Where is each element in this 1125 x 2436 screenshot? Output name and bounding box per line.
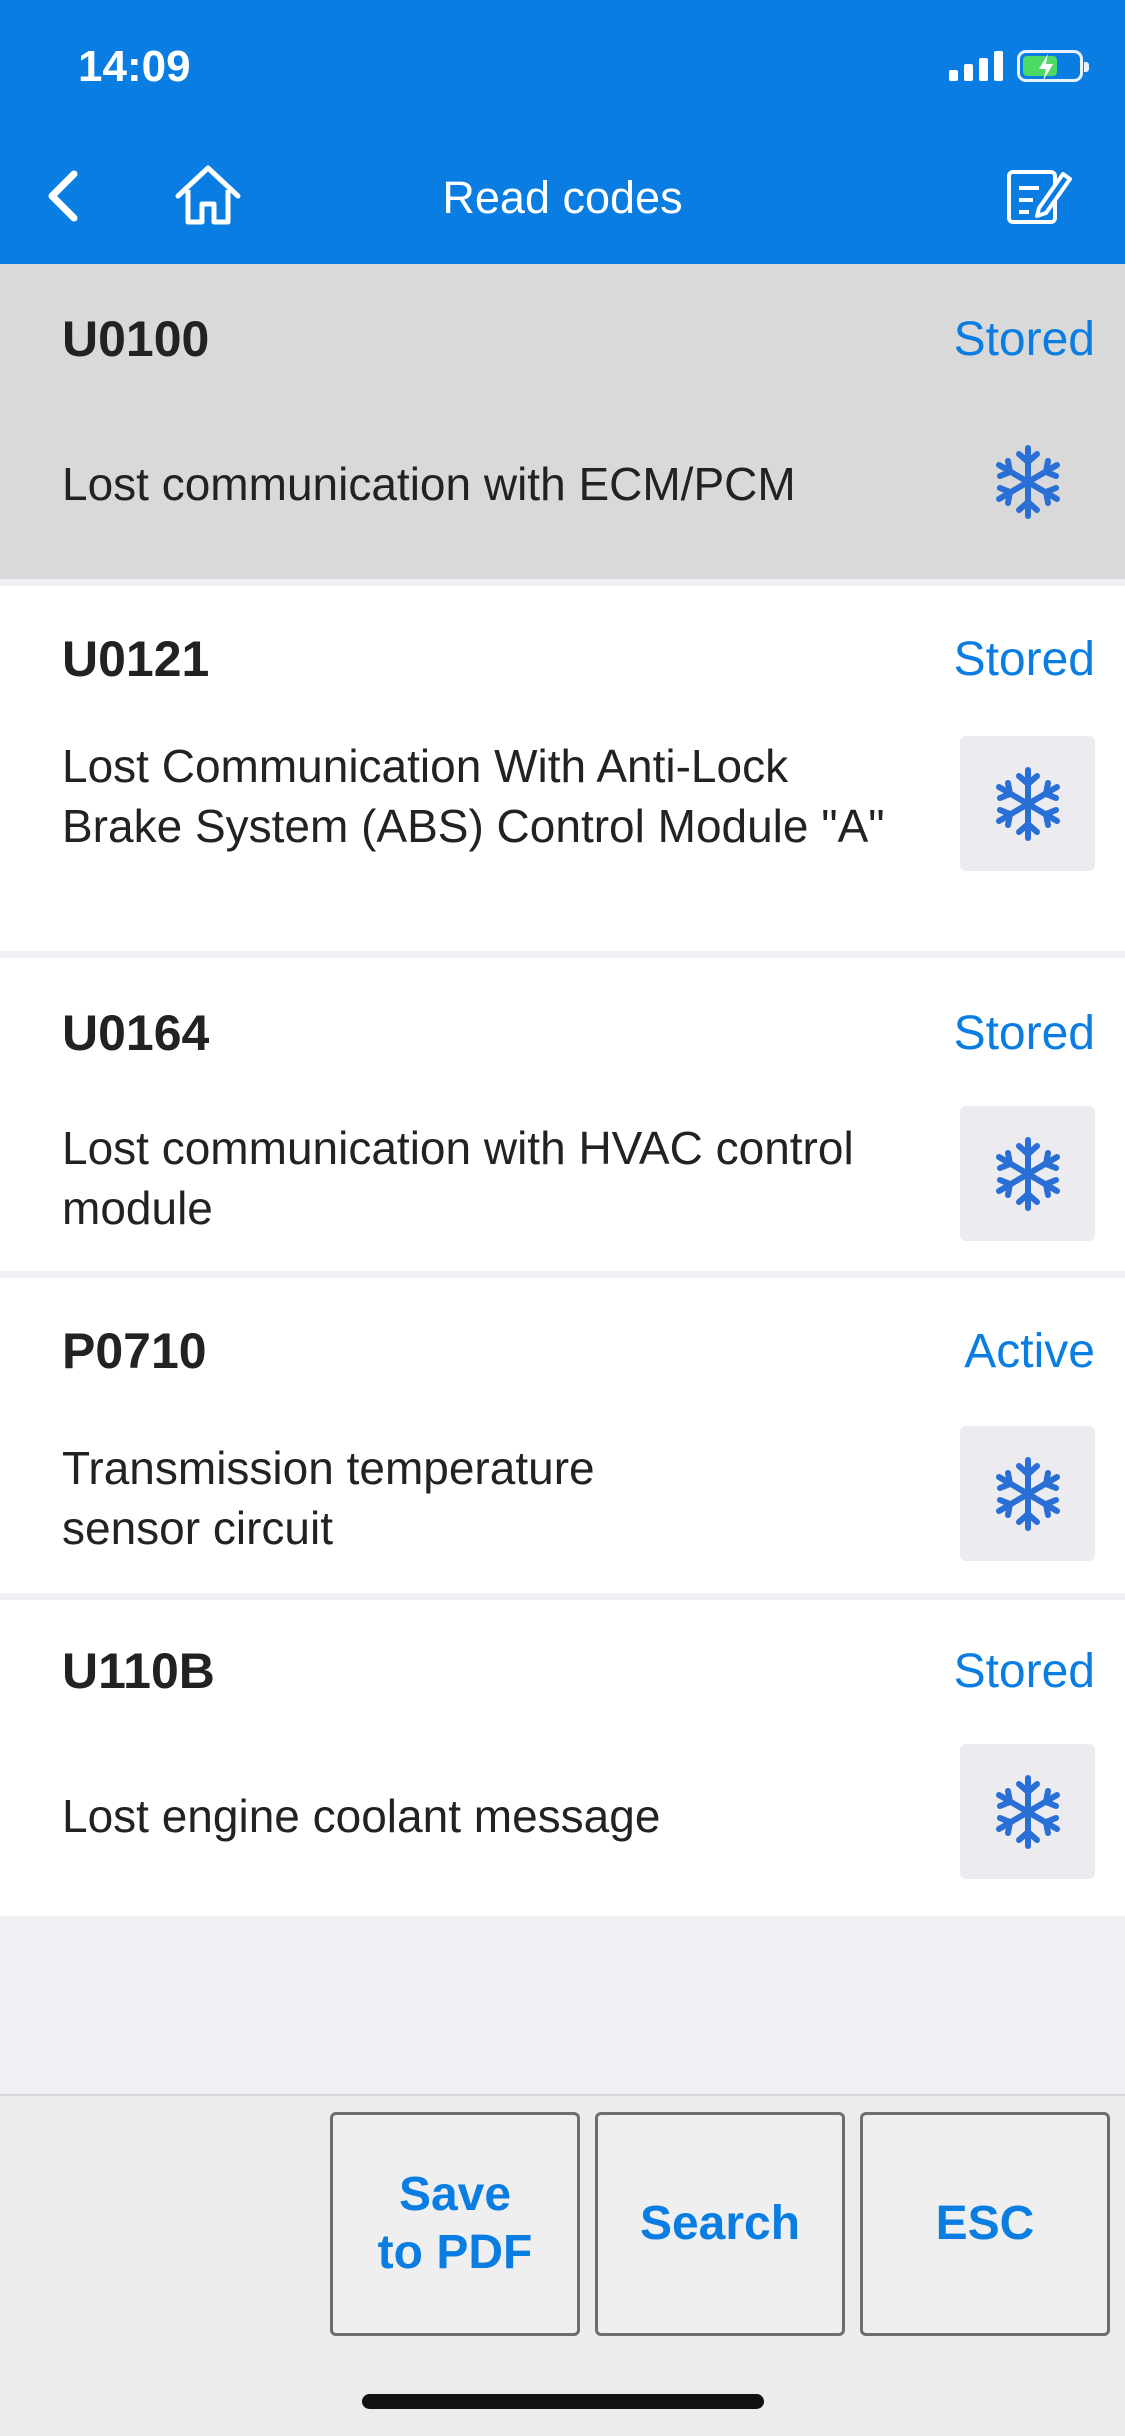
cellular-signal-icon <box>949 51 1003 81</box>
snowflake-icon <box>995 766 1060 841</box>
dtc-status: Stored <box>953 1007 1095 1060</box>
search-button[interactable]: Search <box>595 2112 845 2336</box>
dtc-status: Stored <box>953 633 1095 686</box>
save-to-pdf-label: Save to PDF <box>377 2168 533 2279</box>
dtc-row[interactable]: P0710 Active Transmission temperature se… <box>0 1278 1125 1600</box>
status-time: 14:09 <box>78 42 191 91</box>
dtc-description: Lost communication with ECM/PCM <box>62 458 796 510</box>
dtc-code: U0164 <box>62 1005 210 1061</box>
home-indicator <box>362 2394 764 2409</box>
snowflake-icon <box>995 1774 1060 1849</box>
battery-icon <box>1017 50 1089 82</box>
snowflake-icon <box>995 444 1060 519</box>
freeze-frame-button[interactable] <box>960 736 1095 871</box>
edit-icon <box>1007 170 1072 224</box>
snowflake-icon <box>995 1456 1060 1531</box>
status-icons <box>949 50 1089 82</box>
dtc-code: P0710 <box>62 1323 207 1379</box>
freeze-frame-button[interactable] <box>960 1744 1095 1879</box>
freeze-frame-button[interactable] <box>960 1106 1095 1241</box>
dtc-code: U0121 <box>62 631 210 687</box>
dtc-status: Stored <box>953 313 1095 366</box>
esc-button[interactable]: ESC <box>860 2112 1110 2336</box>
dtc-status: Active <box>964 1325 1095 1378</box>
search-label: Search <box>639 2197 801 2250</box>
esc-label: ESC <box>935 2197 1035 2250</box>
app-header: 14:09 Read codes <box>0 0 1125 264</box>
snowflake-icon <box>995 1136 1060 1211</box>
bottom-action-bar: Save to PDF Search ESC <box>0 2094 1125 2436</box>
page-title: Read codes <box>442 172 683 223</box>
dtc-description: Transmission temperature sensor circuit <box>62 1442 595 1554</box>
dtc-row[interactable]: U0100 Stored Lost communication with ECM… <box>0 264 1125 586</box>
dtc-code: U0100 <box>62 311 210 367</box>
dtc-description: Lost Communication With Anti-Lock Brake … <box>62 740 885 852</box>
save-to-pdf-button[interactable]: Save to PDF <box>330 2112 580 2336</box>
freeze-frame-button[interactable] <box>960 414 1095 549</box>
dtc-list: U0100 Stored Lost communication with ECM… <box>0 264 1125 1916</box>
dtc-code: U110B <box>62 1643 215 1699</box>
dtc-status: Stored <box>953 1645 1095 1698</box>
report-button[interactable] <box>1003 162 1073 228</box>
dtc-row[interactable]: U110B Stored Lost engine coolant message <box>0 1600 1125 1916</box>
freeze-frame-button[interactable] <box>960 1426 1095 1561</box>
dtc-row[interactable]: U0121 Stored Lost Communication With Ant… <box>0 586 1125 958</box>
dtc-row[interactable]: U0164 Stored Lost communication with HVA… <box>0 958 1125 1278</box>
dtc-description: Lost engine coolant message <box>62 1790 661 1842</box>
dtc-description: Lost communication with HVAC control mod… <box>62 1122 854 1234</box>
